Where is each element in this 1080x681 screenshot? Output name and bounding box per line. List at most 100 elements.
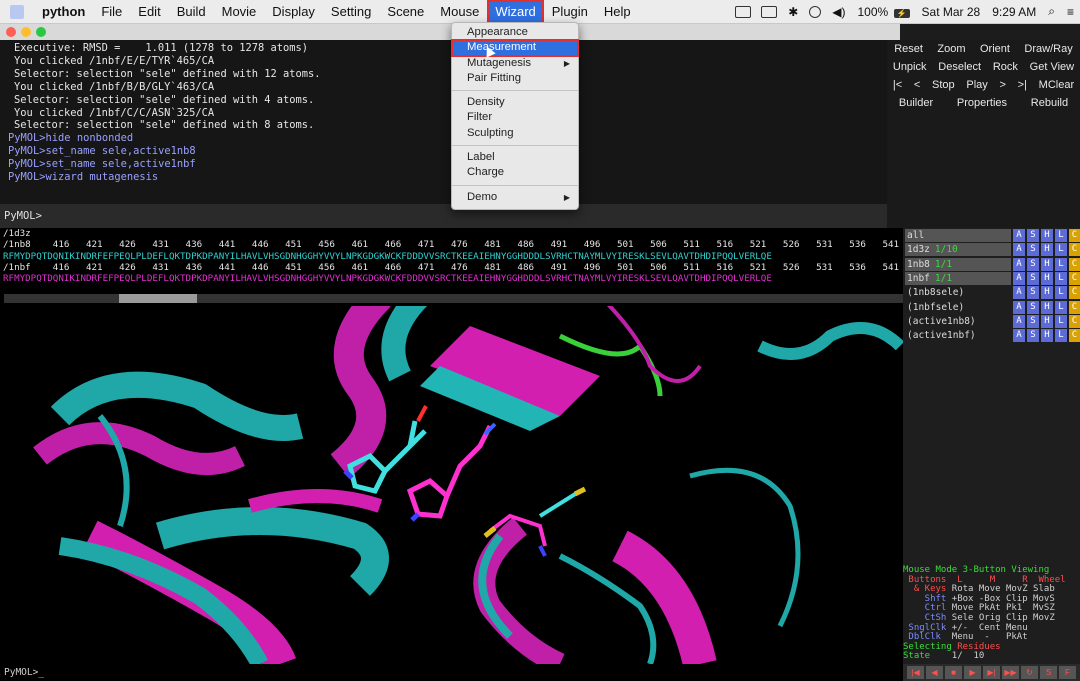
menu-plugin[interactable]: Plugin (544, 0, 596, 24)
object-action-button[interactable]: A (1013, 257, 1025, 271)
object-color-button[interactable]: C (1069, 257, 1080, 271)
wizard-item-sculpting[interactable]: Sculpting (452, 126, 578, 141)
object-hide-button[interactable]: H (1041, 300, 1053, 314)
object-action-button[interactable]: A (1013, 243, 1025, 257)
object-show-button[interactable]: S (1027, 257, 1039, 271)
object-row[interactable]: all A S H L C (903, 229, 1080, 242)
sequence-scrollbar-thumb[interactable] (119, 294, 197, 303)
object-label-button[interactable]: L (1055, 329, 1067, 343)
object-show-button[interactable]: S (1027, 286, 1039, 300)
object-hide-button[interactable]: H (1041, 243, 1053, 257)
object-hide-button[interactable]: H (1041, 286, 1053, 300)
viewport-command-line[interactable]: PyMOL>_ (0, 664, 903, 681)
object-hide-button[interactable]: H (1041, 314, 1053, 328)
molecular-viewport[interactable] (0, 306, 903, 664)
object-show-button[interactable]: S (1027, 229, 1039, 242)
sequence-rows[interactable]: /1nb8 416 421 426 431 436 441 446 451 45… (3, 239, 903, 284)
object-name[interactable]: (active1nb8) (905, 315, 1011, 328)
wizard-item-measurement[interactable]: Measurement (451, 39, 579, 57)
object-action-button[interactable]: A (1013, 314, 1025, 328)
object-name[interactable]: 1d3z 1/10 (905, 243, 1011, 257)
object-show-button[interactable]: S (1027, 314, 1039, 328)
menu-file[interactable]: File (93, 0, 130, 24)
object-action-button[interactable]: A (1013, 271, 1025, 285)
object-row[interactable]: (1nb8sele) A S H L C (903, 286, 1080, 300)
clock-time[interactable]: 9:29 AM (986, 5, 1042, 19)
menu-setting[interactable]: Setting (323, 0, 379, 24)
zoom-window-icon[interactable] (36, 27, 46, 37)
wizard-item-demo[interactable]: Demo ▶ (452, 190, 578, 205)
movie-state-button[interactable]: S (1040, 666, 1057, 679)
object-color-button[interactable]: C (1069, 329, 1080, 343)
battery-status[interactable]: 100% ⚡ (852, 5, 916, 19)
control-button-mclear[interactable]: MClear (1037, 79, 1076, 91)
notification-center-icon[interactable]: ≡ (1061, 5, 1080, 19)
object-name[interactable]: (1nb8sele) (905, 286, 1011, 299)
object-row[interactable]: 1d3z 1/10 A S H L C (903, 243, 1080, 257)
object-color-button[interactable]: C (1069, 271, 1080, 285)
object-name[interactable]: (1nbfsele) (905, 301, 1011, 314)
control-button-getview[interactable]: Get View (1028, 61, 1076, 73)
command-input[interactable]: PyMOL> (0, 204, 900, 228)
object-hide-button[interactable]: H (1041, 271, 1053, 285)
control-button-play[interactable]: Play (964, 79, 989, 91)
object-color-button[interactable]: C (1069, 229, 1080, 242)
apple-menu-icon[interactable] (0, 0, 34, 24)
object-name[interactable]: 1nb8 1/1 (905, 257, 1011, 271)
object-label-button[interactable]: L (1055, 286, 1067, 300)
object-row[interactable]: 1nbf 1/1 A S H L C (903, 271, 1080, 285)
airplay-icon[interactable] (761, 5, 778, 18)
object-action-button[interactable]: A (1013, 229, 1025, 242)
object-row[interactable]: 1nb8 1/1 A S H L C (903, 257, 1080, 271)
object-hide-button[interactable]: H (1041, 329, 1053, 343)
menu-build[interactable]: Build (169, 0, 214, 24)
wizard-item-filter[interactable]: Filter (452, 110, 578, 125)
control-button-rock[interactable]: Rock (991, 61, 1020, 73)
control-button-reset[interactable]: Reset (892, 43, 925, 55)
control-button-nav1[interactable]: < (912, 79, 922, 91)
spotlight-icon[interactable]: ⌕ (1042, 4, 1061, 19)
object-color-button[interactable]: C (1069, 300, 1080, 314)
object-label-button[interactable]: L (1055, 229, 1067, 242)
object-show-button[interactable]: S (1027, 329, 1039, 343)
control-button-stop[interactable]: Stop (930, 79, 957, 91)
menu-edit[interactable]: Edit (130, 0, 168, 24)
object-name[interactable]: all (905, 229, 1011, 242)
control-button-nav5[interactable]: >| (1016, 79, 1029, 91)
control-button-zoom[interactable]: Zoom (935, 43, 967, 55)
wizard-item-appearance[interactable]: Appearance (452, 25, 578, 40)
wizard-item-pair-fitting[interactable]: Pair Fitting (452, 71, 578, 86)
close-window-icon[interactable] (6, 27, 16, 37)
wizard-item-charge[interactable]: Charge (452, 165, 578, 180)
movie-first-frame-button[interactable]: |◀ (907, 666, 924, 679)
control-button-nav0[interactable]: |< (891, 79, 904, 91)
wizard-item-density[interactable]: Density (452, 95, 578, 110)
object-row[interactable]: (1nbfsele) A S H L C (903, 300, 1080, 314)
volume-icon[interactable]: ◀) (826, 5, 851, 19)
control-button-drawray[interactable]: Draw/Ray (1022, 43, 1074, 55)
movie-stop-button[interactable]: ■ (945, 666, 962, 679)
object-label-button[interactable]: L (1055, 314, 1067, 328)
menu-movie[interactable]: Movie (214, 0, 265, 24)
wifi-icon[interactable] (809, 5, 822, 18)
object-label-button[interactable]: L (1055, 243, 1067, 257)
movie-frame-button[interactable]: F (1059, 666, 1076, 679)
app-menu-python[interactable]: python (34, 0, 93, 24)
movie-next-frame-button[interactable]: ▶| (983, 666, 1000, 679)
movie-play-button[interactable]: ▶ (964, 666, 981, 679)
object-show-button[interactable]: S (1027, 300, 1039, 314)
object-show-button[interactable]: S (1027, 243, 1039, 257)
object-hide-button[interactable]: H (1041, 229, 1053, 242)
object-name[interactable]: 1nbf 1/1 (905, 271, 1011, 285)
menu-wizard[interactable]: Wizard (487, 0, 544, 24)
screen-record-icon[interactable] (735, 5, 752, 18)
wizard-item-mutagenesis[interactable]: Mutagenesis ▶ (452, 56, 578, 71)
object-row[interactable]: (active1nbf) A S H L C (903, 329, 1080, 343)
object-color-button[interactable]: C (1069, 314, 1080, 328)
menu-display[interactable]: Display (264, 0, 323, 24)
clock-date[interactable]: Sat Mar 28 (916, 5, 987, 19)
menu-mouse[interactable]: Mouse (432, 0, 487, 24)
minimize-window-icon[interactable] (21, 27, 31, 37)
object-action-button[interactable]: A (1013, 286, 1025, 300)
object-show-button[interactable]: S (1027, 271, 1039, 285)
